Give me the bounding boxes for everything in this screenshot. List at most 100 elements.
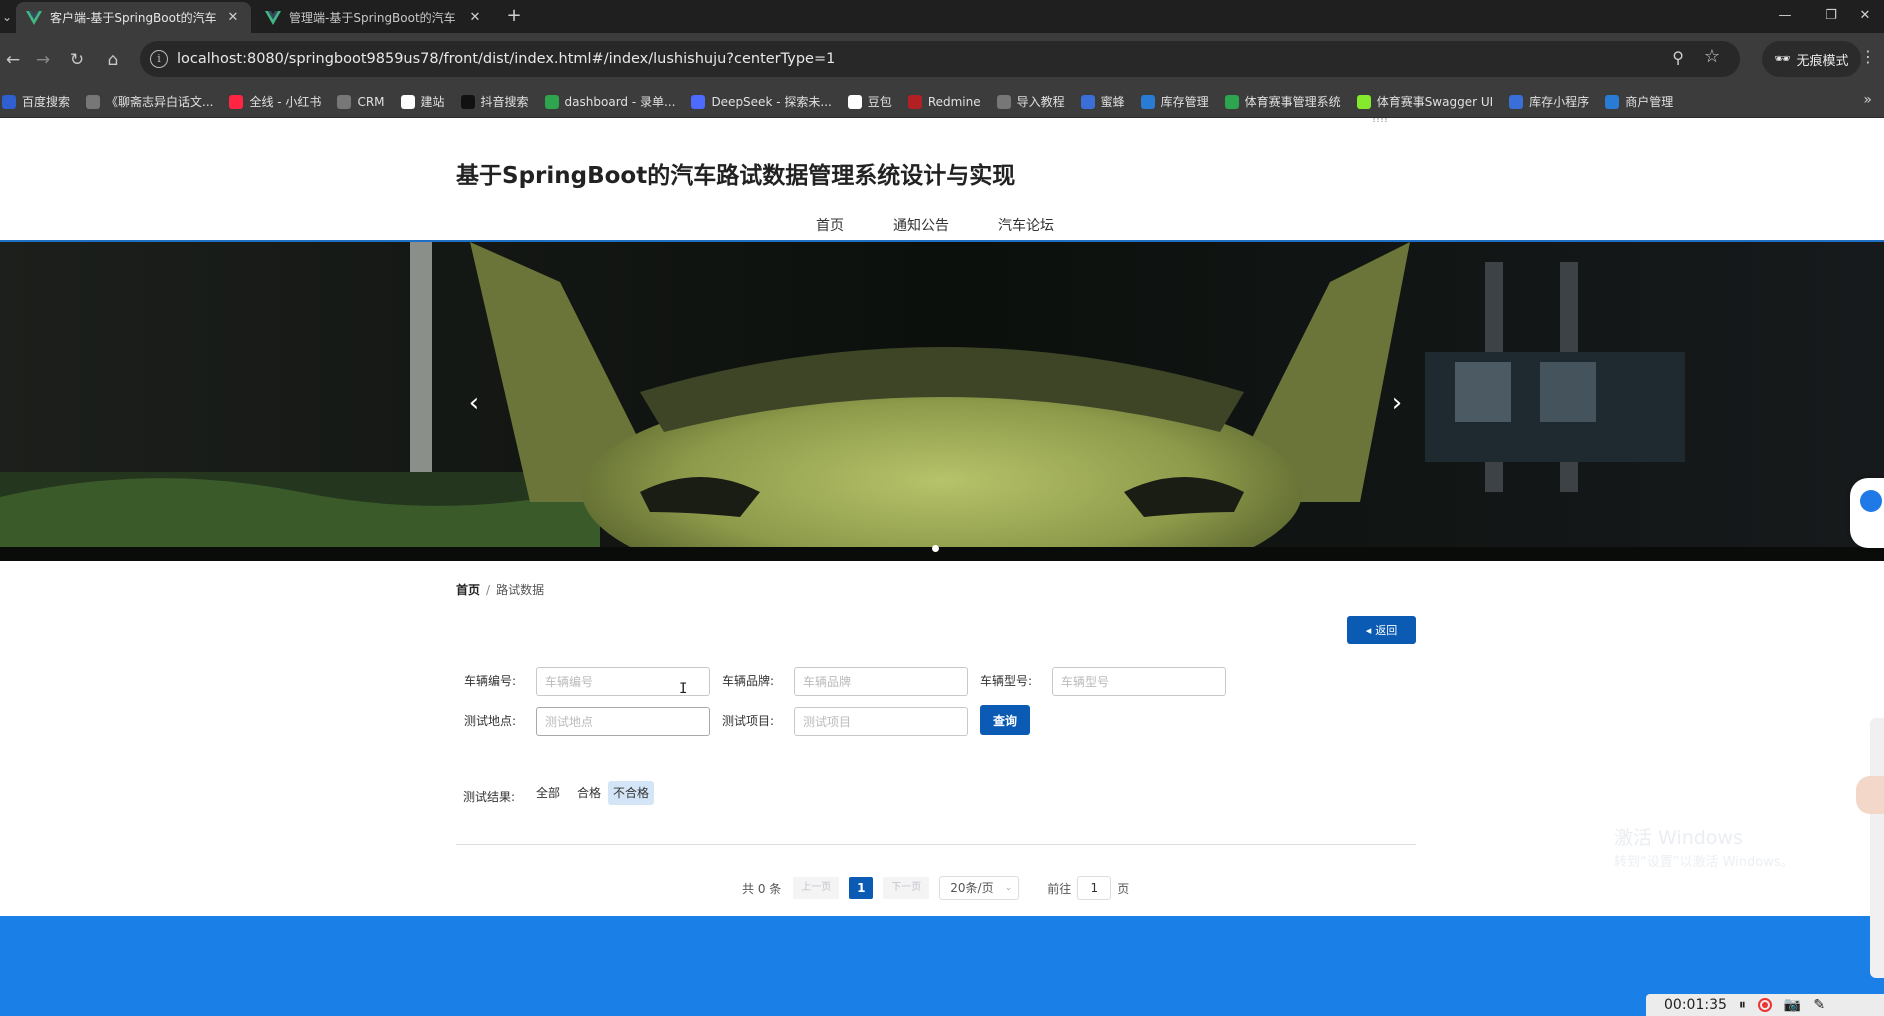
bookmark-item[interactable]: Redmine [907, 94, 981, 109]
close-tab-icon[interactable]: ✕ [225, 10, 241, 25]
pagination-page-1[interactable]: 1 [849, 877, 874, 899]
site-info-icon[interactable]: i [150, 50, 168, 68]
more-bookmarks-icon[interactable]: » [1863, 92, 1872, 108]
pagination-next-button[interactable]: 下一页 [883, 877, 930, 899]
nav-forum[interactable]: 汽车论坛 [998, 215, 1054, 235]
tab-title: 管理端-基于SpringBoot的汽车 [289, 11, 456, 25]
breadcrumb-home[interactable]: 首页 [456, 583, 480, 597]
bookmark-item[interactable]: CRM [337, 94, 385, 109]
bookmark-label: 库存小程序 [1529, 95, 1590, 109]
carousel-next-icon[interactable]: › [1382, 388, 1412, 418]
page-content: !!!! 基于SpringBoot的汽车路试数据管理系统设计与实现 首页 通知公… [0, 118, 1884, 1016]
bookmark-item[interactable]: 《聊斋志异白话文... [86, 93, 213, 110]
floating-assistant-widget[interactable] [1850, 478, 1884, 548]
reload-icon[interactable]: ↻ [64, 47, 90, 73]
bookmark-item[interactable]: 商户管理 [1605, 93, 1673, 110]
home-icon[interactable]: ⌂ [100, 47, 126, 73]
douyin-icon [460, 94, 475, 109]
bookmark-label: Redmine [927, 94, 981, 109]
back-arrow-icon[interactable]: ← [0, 47, 26, 73]
side-toolbar[interactable] [1870, 718, 1884, 978]
pen-icon[interactable]: ✎ [1813, 997, 1825, 1013]
bookmark-item[interactable]: 百度搜索 [2, 93, 70, 110]
bookmark-item[interactable]: dashboard - 录单... [544, 93, 675, 110]
site-title: 基于SpringBoot的汽车路试数据管理系统设计与实现 [456, 163, 1016, 189]
goto-page-input[interactable]: 1 [1077, 876, 1112, 900]
pagination-prev-button[interactable]: 上一页 [793, 877, 840, 899]
xiaohongshu-icon [229, 94, 244, 109]
bookmark-star-icon[interactable]: ☆ [1704, 46, 1720, 67]
avatar[interactable] [1856, 776, 1884, 814]
bookmark-item[interactable]: 导入教程 [996, 93, 1065, 110]
minimize-icon[interactable]: — [1762, 0, 1808, 33]
bookmark-item[interactable]: DeepSeek - 探索未... [691, 93, 832, 110]
carousel-indicator[interactable] [932, 545, 939, 552]
breadcrumb-separator: / [486, 583, 491, 597]
banner-car-image [0, 242, 1884, 561]
new-tab-icon[interactable]: + [502, 5, 526, 29]
assistant-icon [1860, 490, 1882, 512]
bookmark-item[interactable]: 库存管理 [1140, 93, 1209, 110]
browser-menu-icon[interactable]: ⋮ [1860, 47, 1876, 66]
tab-client[interactable]: 客户端-基于SpringBoot的汽车 ✕ [16, 2, 251, 33]
footer [0, 916, 1884, 1016]
carousel-prev-icon[interactable]: ‹ [459, 388, 489, 418]
query-button[interactable]: 查询 [980, 705, 1030, 735]
doubao-icon [847, 94, 862, 109]
globe-icon [337, 94, 352, 109]
bookmark-item[interactable]: 体育赛事Swagger UI [1356, 93, 1493, 110]
bookmark-item[interactable]: 全线 - 小红书 [229, 93, 321, 110]
window-close-icon[interactable]: ✕ [1846, 0, 1884, 33]
bookmark-label: 库存管理 [1160, 95, 1209, 109]
tab-admin[interactable]: 管理端-基于SpringBoot的汽车 ✕ [255, 2, 493, 33]
camera-icon[interactable]: 📷 [1784, 997, 1801, 1013]
result-option-pass[interactable]: 合格 [572, 781, 606, 805]
brand-input[interactable] [794, 667, 968, 696]
result-option-all[interactable]: 全部 [531, 781, 565, 805]
bookmark-item[interactable]: 蜜蜂 [1080, 93, 1125, 110]
item-label: 测试项目: [722, 714, 775, 728]
back-button-label: 返回 [1375, 624, 1398, 637]
stop-recording-icon[interactable] [1757, 998, 1772, 1012]
windows-activation-subtitle: 转到“设置”以激活 Windows。 [1614, 855, 1794, 870]
nav-notices[interactable]: 通知公告 [893, 215, 949, 235]
text-cursor-icon: I [679, 681, 688, 697]
pagination: 共 0 条 上一页 1 下一页 20条/页 ⌄ 前往 1 页 [742, 876, 1129, 900]
result-option-fail[interactable]: 不合格 [608, 781, 655, 805]
redmine-icon [907, 94, 922, 109]
bookmark-item[interactable]: 豆包 [847, 93, 892, 110]
page-size-select[interactable]: 20条/页 ⌄ [939, 876, 1020, 900]
deepseek-icon [691, 94, 706, 109]
location-input[interactable] [536, 707, 710, 736]
merchant-icon [1605, 94, 1620, 109]
zoom-icon[interactable]: ⚲ [1672, 48, 1684, 67]
back-button[interactable]: ◂ 返回 [1347, 616, 1416, 644]
globe-icon [86, 94, 101, 109]
bookmark-item[interactable]: 库存小程序 [1509, 93, 1589, 110]
pause-icon[interactable]: ⏸ [1739, 997, 1746, 1013]
dashboard-icon [544, 94, 559, 109]
top-marker: !!!! [1372, 118, 1389, 125]
model-input[interactable] [1052, 667, 1226, 696]
forward-arrow-icon[interactable]: → [30, 47, 56, 73]
incognito-indicator[interactable]: 🕶 无痕模式 [1762, 41, 1861, 77]
model-label: 车辆型号: [980, 674, 1033, 688]
nav-home[interactable]: 首页 [816, 215, 844, 235]
banner-carousel[interactable]: ‹ › [0, 242, 1884, 561]
swagger-icon [1356, 94, 1371, 109]
breadcrumb-current: 路试数据 [496, 583, 545, 597]
bookmark-label: 蜜蜂 [1100, 95, 1125, 109]
sports-icon [1224, 94, 1239, 109]
tab-search-chevron-icon[interactable]: ⌄ [0, 6, 14, 28]
bookmark-item[interactable]: 抖音搜索 [460, 93, 529, 110]
item-input[interactable] [794, 707, 968, 736]
address-bar[interactable]: i localhost:8080/springboot9859us78/fron… [140, 41, 1740, 77]
bookmark-label: 《聊斋志异白话文... [106, 95, 214, 109]
divider [456, 844, 1416, 845]
bookmark-item[interactable]: 体育赛事管理系统 [1224, 93, 1341, 110]
bookmark-label: 豆包 [867, 95, 892, 109]
bookmark-item[interactable]: 建站 [400, 93, 445, 110]
url-text[interactable]: localhost:8080/springboot9859us78/front/… [177, 41, 835, 77]
browser-tab-bar: ⌄ 客户端-基于SpringBoot的汽车 ✕ 管理端-基于SpringBoot… [0, 0, 1884, 33]
close-tab-icon[interactable]: ✕ [467, 10, 483, 25]
